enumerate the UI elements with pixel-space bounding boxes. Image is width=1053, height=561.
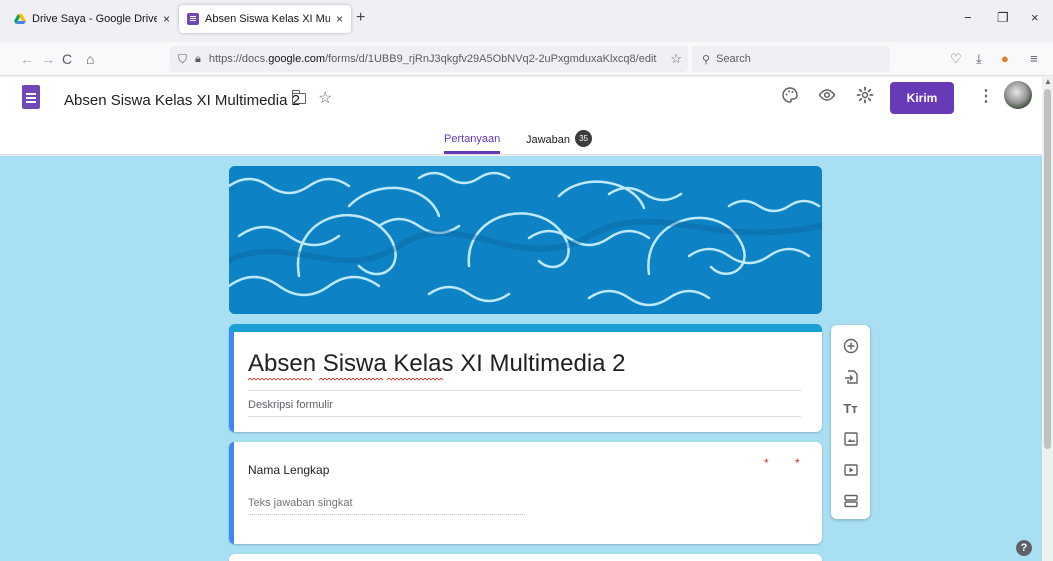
- google-forms-icon: [187, 13, 199, 25]
- tab-responses[interactable]: Jawaban 35: [526, 130, 593, 147]
- import-questions-icon[interactable]: [831, 362, 870, 392]
- question-card[interactable]: Nama Lengkap * * Teks jawaban singkat: [229, 442, 822, 544]
- restore-button[interactable]: ❐: [997, 10, 1009, 26]
- browser-tab-strip: Drive Saya - Google Drive × Absen Siswa …: [0, 0, 1053, 36]
- menu-icon[interactable]: ≡: [1030, 51, 1038, 66]
- search-input[interactable]: ⚲ Search: [692, 46, 890, 72]
- forms-header: Absen Siswa Kelas XI Multimedia 2 ☆ Kiri…: [0, 77, 1042, 155]
- google-drive-icon: [14, 13, 26, 25]
- add-title-icon[interactable]: Tт: [831, 393, 870, 423]
- shield-icon[interactable]: ⛉: [178, 52, 187, 67]
- scroll-up-icon[interactable]: ▲: [1044, 77, 1052, 86]
- settings-gear-icon[interactable]: [856, 86, 874, 109]
- pocket-icon[interactable]: ♡: [950, 51, 962, 67]
- address-bar[interactable]: ⛉ 🔒︎ https://docs.google.com/forms/d/1UB…: [170, 46, 688, 72]
- spellcheck-underline: [387, 378, 443, 381]
- url-text: https://docs.google.com/forms/d/1UBB9_rj…: [208, 53, 657, 65]
- tab-questions[interactable]: Pertanyaan: [444, 133, 501, 154]
- bookmark-star-icon[interactable]: ☆: [670, 51, 682, 67]
- tab-google-drive[interactable]: Drive Saya - Google Drive ×: [6, 5, 178, 33]
- forward-icon[interactable]: →: [41, 51, 55, 67]
- header-banner-image: [229, 166, 822, 314]
- download-icon[interactable]: ⤓: [976, 51, 982, 67]
- lock-icon[interactable]: 🔒︎: [195, 53, 201, 66]
- document-title[interactable]: Absen Siswa Kelas XI Multimedia 2: [64, 92, 300, 109]
- home-icon[interactable]: ⌂: [86, 51, 94, 67]
- browser-toolbar: ← → C ⌂ ⛉ 🔒︎ https://docs.google.com/for…: [0, 42, 1053, 76]
- question-card[interactable]: [229, 554, 822, 561]
- add-question-icon[interactable]: [831, 331, 870, 361]
- tab-label: Absen Siswa Kelas XI Multimedi: [205, 13, 330, 25]
- floating-toolbar: Tт: [831, 325, 870, 519]
- search-placeholder: Search: [716, 53, 751, 65]
- title-underline: [248, 390, 801, 391]
- more-options-icon[interactable]: ⋮: [978, 86, 994, 106]
- scrollbar-thumb[interactable]: [1044, 89, 1051, 449]
- page-scrollbar[interactable]: ▲: [1042, 77, 1053, 561]
- close-tab-icon[interactable]: ×: [163, 12, 170, 26]
- short-answer-placeholder: Teks jawaban singkat: [248, 497, 353, 509]
- add-image-icon[interactable]: [831, 424, 870, 454]
- form-description-field[interactable]: Deskripsi formulir: [248, 399, 333, 411]
- form-title[interactable]: Absen Siswa Kelas XI Multimedia 2: [248, 350, 626, 378]
- back-icon[interactable]: ←: [20, 51, 34, 67]
- responses-count-badge: 35: [575, 130, 593, 147]
- form-canvas: Absen Siswa Kelas XI Multimedia 2 Deskri…: [0, 156, 1042, 561]
- tab-google-forms[interactable]: Absen Siswa Kelas XI Multimedi ×: [179, 5, 351, 33]
- question-title[interactable]: Nama Lengkap: [248, 463, 329, 477]
- form-title-card[interactable]: Absen Siswa Kelas XI Multimedia 2 Deskri…: [229, 324, 822, 432]
- folder-icon[interactable]: [291, 90, 306, 104]
- tab-label: Drive Saya - Google Drive: [32, 13, 157, 25]
- google-forms-logo-icon[interactable]: [22, 85, 40, 109]
- send-button[interactable]: Kirim: [890, 82, 954, 114]
- star-icon[interactable]: ☆: [318, 88, 332, 108]
- answer-underline: [248, 514, 525, 515]
- required-asterisk: *: [764, 456, 769, 470]
- required-asterisk: *: [795, 456, 800, 470]
- close-window-button[interactable]: ×: [1031, 10, 1039, 25]
- minimize-button[interactable]: −: [964, 10, 972, 25]
- add-video-icon[interactable]: [831, 455, 870, 485]
- spellcheck-underline: [319, 378, 383, 381]
- tab-responses-label: Jawaban: [526, 134, 571, 146]
- extension-icon[interactable]: ●: [1001, 51, 1009, 66]
- add-section-icon[interactable]: [831, 486, 870, 516]
- new-tab-button[interactable]: +: [356, 9, 365, 27]
- forms-tabs: Pertanyaan Jawaban 35: [0, 130, 1042, 155]
- search-icon: ⚲: [702, 53, 711, 66]
- avatar[interactable]: [1004, 81, 1032, 109]
- spellcheck-underline: [248, 378, 312, 381]
- palette-icon[interactable]: [781, 86, 799, 109]
- help-icon[interactable]: ?: [1016, 540, 1032, 556]
- reload-icon[interactable]: C: [62, 51, 72, 67]
- description-underline: [248, 416, 801, 417]
- preview-eye-icon[interactable]: [818, 86, 836, 109]
- close-tab-icon[interactable]: ×: [336, 12, 343, 26]
